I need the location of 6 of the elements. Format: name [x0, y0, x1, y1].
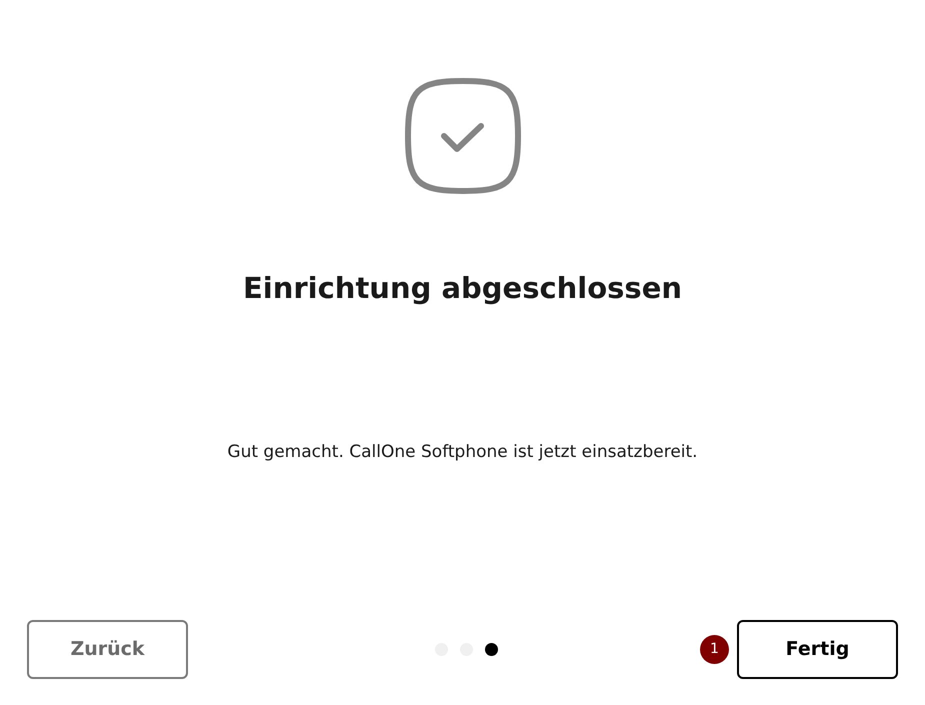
- title: Einrichtung abgeschlossen: [242, 270, 682, 306]
- checkmark-icon: [404, 78, 520, 194]
- number-badge: 1: [700, 635, 729, 664]
- finish-button[interactable]: Fertig: [737, 620, 898, 679]
- message: Gut gemacht. CallOne Softphone ist jetzt einsatzbereit.: [227, 441, 698, 464]
- back-button[interactable]: Zurück: [27, 620, 188, 679]
